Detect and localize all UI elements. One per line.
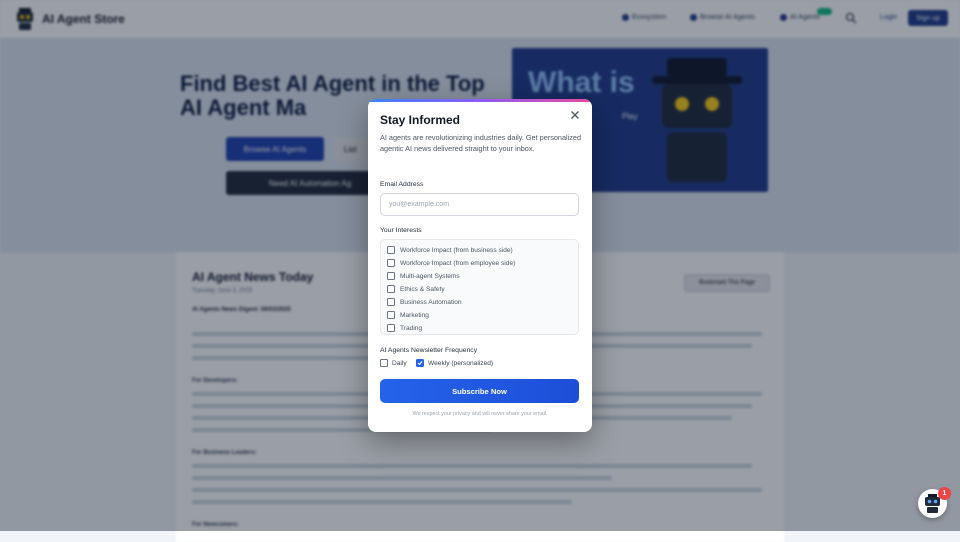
checkbox[interactable] [387,324,395,332]
checkbox[interactable] [387,285,395,293]
email-label: Email Address [380,181,424,188]
interest-label: Workforce Impact (from employee side) [400,259,516,267]
modal-description: AI agents are revolutionizing industries… [380,133,582,153]
interests-label: Your Interests [380,227,422,234]
newsletter-modal: Stay Informed AI agents are revolutioniz… [368,99,592,432]
interest-item[interactable]: Workforce Impact (from employee side) [387,259,515,267]
daily-checkbox[interactable] [380,359,388,367]
modal-title: Stay Informed [380,113,461,127]
checkbox[interactable] [387,311,395,319]
interest-item[interactable]: Workforce Impact (from business side) [387,246,513,254]
interest-label: Business Automation [400,298,462,306]
interest-label: Trading [400,324,423,332]
email-field[interactable] [380,193,579,216]
checkmark-icon [417,361,423,366]
interest-item[interactable]: Marketing [387,311,429,319]
interests-list[interactable]: Workforce Impact (from business side) Wo… [380,239,579,335]
interest-label: Multi-agent Systems [400,272,460,280]
checkbox[interactable] [387,259,395,267]
checkbox[interactable] [387,272,395,280]
interest-item[interactable]: Multi-agent Systems [387,272,460,280]
weekly-label: Weekly (personalized) [428,359,494,367]
interest-label: Ethics & Safety [400,285,445,293]
interest-label: Marketing [400,311,429,319]
subscribe-button[interactable]: Subscribe Now [380,379,579,403]
weekly-checkbox[interactable] [416,359,424,367]
interest-item[interactable]: Ethics & Safety [387,285,445,293]
interest-item[interactable]: Trading [387,324,422,332]
notification-badge: 1 [938,487,951,500]
checkbox[interactable] [387,246,395,254]
frequency-weekly-option[interactable]: Weekly (personalized) [416,359,493,367]
privacy-note: We respect your privacy and will never s… [412,411,548,417]
interest-item[interactable]: Business Automation [387,298,462,306]
checkbox[interactable] [387,298,395,306]
frequency-daily-option[interactable]: Daily [380,359,407,367]
frequency-label: AI Agents Newsletter Frequency [380,347,478,354]
daily-label: Daily [392,359,407,367]
modal-accent-bar [368,99,592,102]
interest-label: Workforce Impact (from business side) [400,246,513,254]
close-icon[interactable] [568,108,582,122]
